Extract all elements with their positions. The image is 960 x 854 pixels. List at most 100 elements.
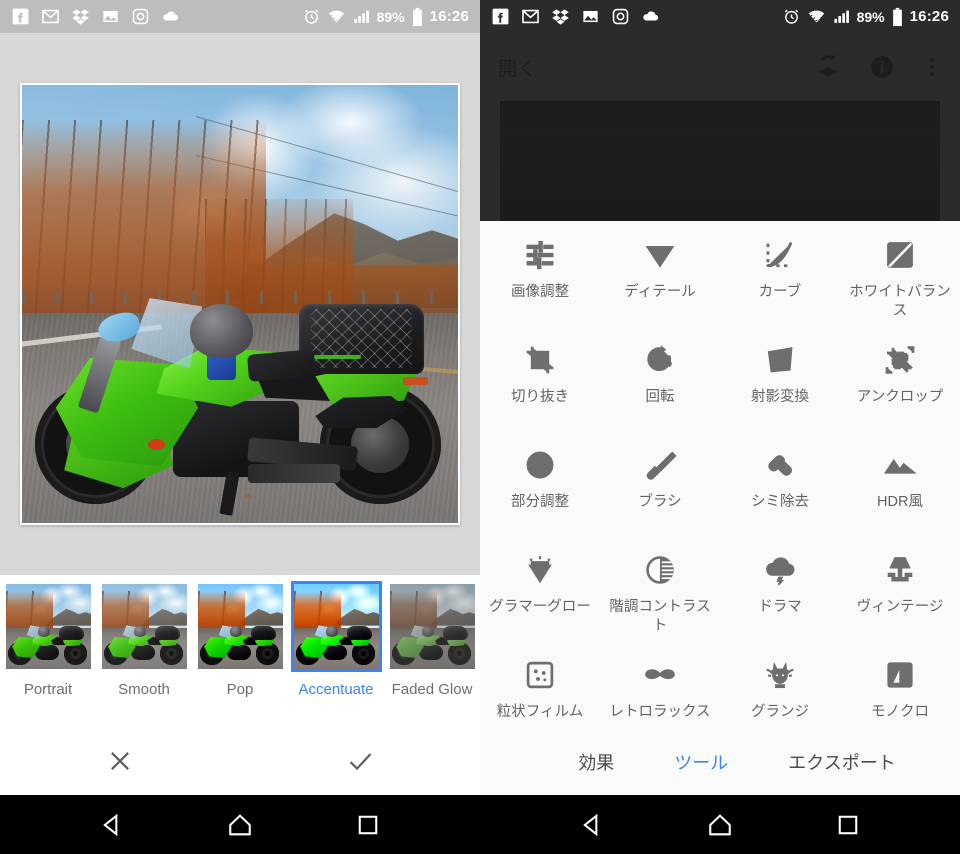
black-white-icon [883, 658, 917, 692]
wifi-icon [327, 7, 346, 26]
crop-icon [523, 343, 557, 377]
photos-icon [101, 7, 120, 26]
tune-icon [523, 238, 557, 272]
filter-item-pop[interactable]: Pop [192, 584, 288, 698]
clock-label: 16:26 [909, 8, 949, 25]
tool-drama[interactable]: ドラマ [720, 536, 840, 641]
status-indicators: 89% 16:26 [302, 7, 469, 27]
tool-vintage[interactable]: ヴィンテージ [840, 536, 960, 641]
tool-label: グランジ [751, 704, 809, 720]
tool-tune-image[interactable]: 画像調整 [480, 221, 600, 326]
cancel-button[interactable] [0, 747, 240, 775]
filter-thumbnail[interactable] [5, 584, 91, 669]
status-indicators: 89% 16:26 [782, 7, 949, 27]
back-button[interactable] [579, 812, 605, 838]
tool-label: HDR風 [877, 494, 923, 510]
more-vertical-icon[interactable] [922, 53, 942, 81]
tool-glamour-glow[interactable]: グラマーグロー [480, 536, 600, 641]
tool-retrolux[interactable]: レトロラックス [600, 641, 720, 728]
dropbox-icon [551, 7, 570, 26]
tool-selective[interactable]: 部分調整 [480, 431, 600, 536]
dropbox-icon [71, 7, 90, 26]
tool-hdr[interactable]: HDR風 [840, 431, 960, 536]
alarm-icon [302, 7, 321, 26]
tool-grainy-film[interactable]: 粒状フィルム [480, 641, 600, 728]
tool-label: カーブ [758, 284, 802, 300]
gmail-icon [521, 7, 540, 26]
notification-icons [11, 7, 180, 26]
glamour-glow-icon [523, 553, 557, 587]
tool-expand-crop[interactable]: アンクロップ [840, 326, 960, 431]
tool-perspective[interactable]: 射影変換 [720, 326, 840, 431]
tool-details[interactable]: ディテール [600, 221, 720, 326]
tool-black-white[interactable]: モノクロ [840, 641, 960, 728]
curves-icon [763, 238, 797, 272]
recents-button[interactable] [355, 812, 381, 838]
right-screen-tools: 89% 16:26 開く 画像調整 ディテール カーブ W B ホワイトバランス… [480, 0, 960, 854]
undo-stack-icon[interactable] [814, 53, 842, 81]
bottom-nav-export[interactable]: エクスポート [788, 749, 895, 775]
tool-label: 回転 [645, 389, 675, 405]
filter-label: Accentuate [298, 681, 374, 698]
clock-label: 16:26 [429, 8, 469, 25]
tools-grid: 画像調整 ディテール カーブ WB ホワイトバランス 切り抜き 回転 射影変換 … [480, 221, 960, 728]
home-button[interactable] [227, 812, 253, 838]
confirm-button[interactable] [240, 747, 480, 775]
tool-tonal-contrast[interactable]: 階調コントラスト [600, 536, 720, 641]
tool-label: ディテール [624, 284, 696, 300]
filter-strip[interactable]: Portrait Smooth Pop Accentuate Faded Glo… [0, 575, 480, 727]
status-bar-left: 89% 16:26 [0, 0, 480, 33]
tool-label: グラマーグロー [489, 599, 591, 615]
tool-label: ヴィンテージ [856, 599, 944, 615]
tool-label: モノクロ [871, 704, 929, 720]
filter-item-smooth[interactable]: Smooth [96, 584, 192, 698]
filter-item-portrait[interactable]: Portrait [0, 584, 96, 698]
brush-icon [643, 448, 677, 482]
info-icon[interactable] [868, 53, 896, 81]
tool-curves[interactable]: カーブ [720, 221, 840, 326]
grunge-skull-icon [763, 658, 797, 692]
filter-thumbnail[interactable] [389, 584, 475, 669]
drama-cloud-icon [763, 553, 797, 587]
filter-label: Pop [226, 681, 254, 698]
photos-icon [581, 7, 600, 26]
filter-thumbnail[interactable] [101, 584, 187, 669]
tools-sheet[interactable]: 画像調整 ディテール カーブ WB ホワイトバランス 切り抜き 回転 射影変換 … [480, 221, 960, 728]
action-bar [0, 727, 480, 795]
gmail-icon [41, 7, 60, 26]
home-button[interactable] [707, 812, 733, 838]
tool-healing[interactable]: シミ除去 [720, 431, 840, 536]
left-screen-looks: 89% 16:26 Portrait Smooth Pop Accentuate… [0, 0, 480, 854]
instagram-icon [611, 7, 630, 26]
open-button-label[interactable]: 開く [498, 54, 538, 81]
tool-grunge[interactable]: グランジ [720, 641, 840, 728]
cellular-signal-icon [832, 7, 851, 26]
tool-white-balance[interactable]: WB ホワイトバランス [840, 221, 960, 326]
filter-item-faded-glow[interactable]: Faded Glow [384, 584, 480, 698]
back-button[interactable] [99, 812, 125, 838]
tool-label: 切り抜き [511, 389, 569, 405]
android-nav-bar-right [480, 795, 960, 854]
tool-label: シミ除去 [751, 494, 809, 510]
toolbar-actions [814, 53, 942, 81]
filter-thumbnail[interactable] [293, 584, 379, 669]
status-bar-right: 89% 16:26 [480, 0, 960, 33]
tool-brush[interactable]: ブラシ [600, 431, 720, 536]
filter-thumbnail[interactable] [197, 584, 283, 669]
filter-item-accentuate[interactable]: Accentuate [288, 584, 384, 698]
battery-icon [411, 7, 424, 27]
dimmed-photo-preview[interactable] [480, 101, 960, 221]
grainy-film-icon [523, 658, 557, 692]
tool-crop[interactable]: 切り抜き [480, 326, 600, 431]
white-balance-icon: WB [883, 238, 917, 272]
battery-percent-label: 89% [376, 8, 405, 25]
rotate-icon [643, 343, 677, 377]
bottom-nav-effects[interactable]: 効果 [578, 749, 614, 775]
vintage-lamp-icon [883, 553, 917, 587]
recents-button[interactable] [835, 812, 861, 838]
bottom-nav-tools[interactable]: ツール [674, 749, 728, 775]
tool-label: ブラシ [638, 494, 682, 510]
tool-rotate[interactable]: 回転 [600, 326, 720, 431]
photo-canvas[interactable] [0, 33, 480, 575]
edited-photo[interactable] [22, 85, 458, 523]
